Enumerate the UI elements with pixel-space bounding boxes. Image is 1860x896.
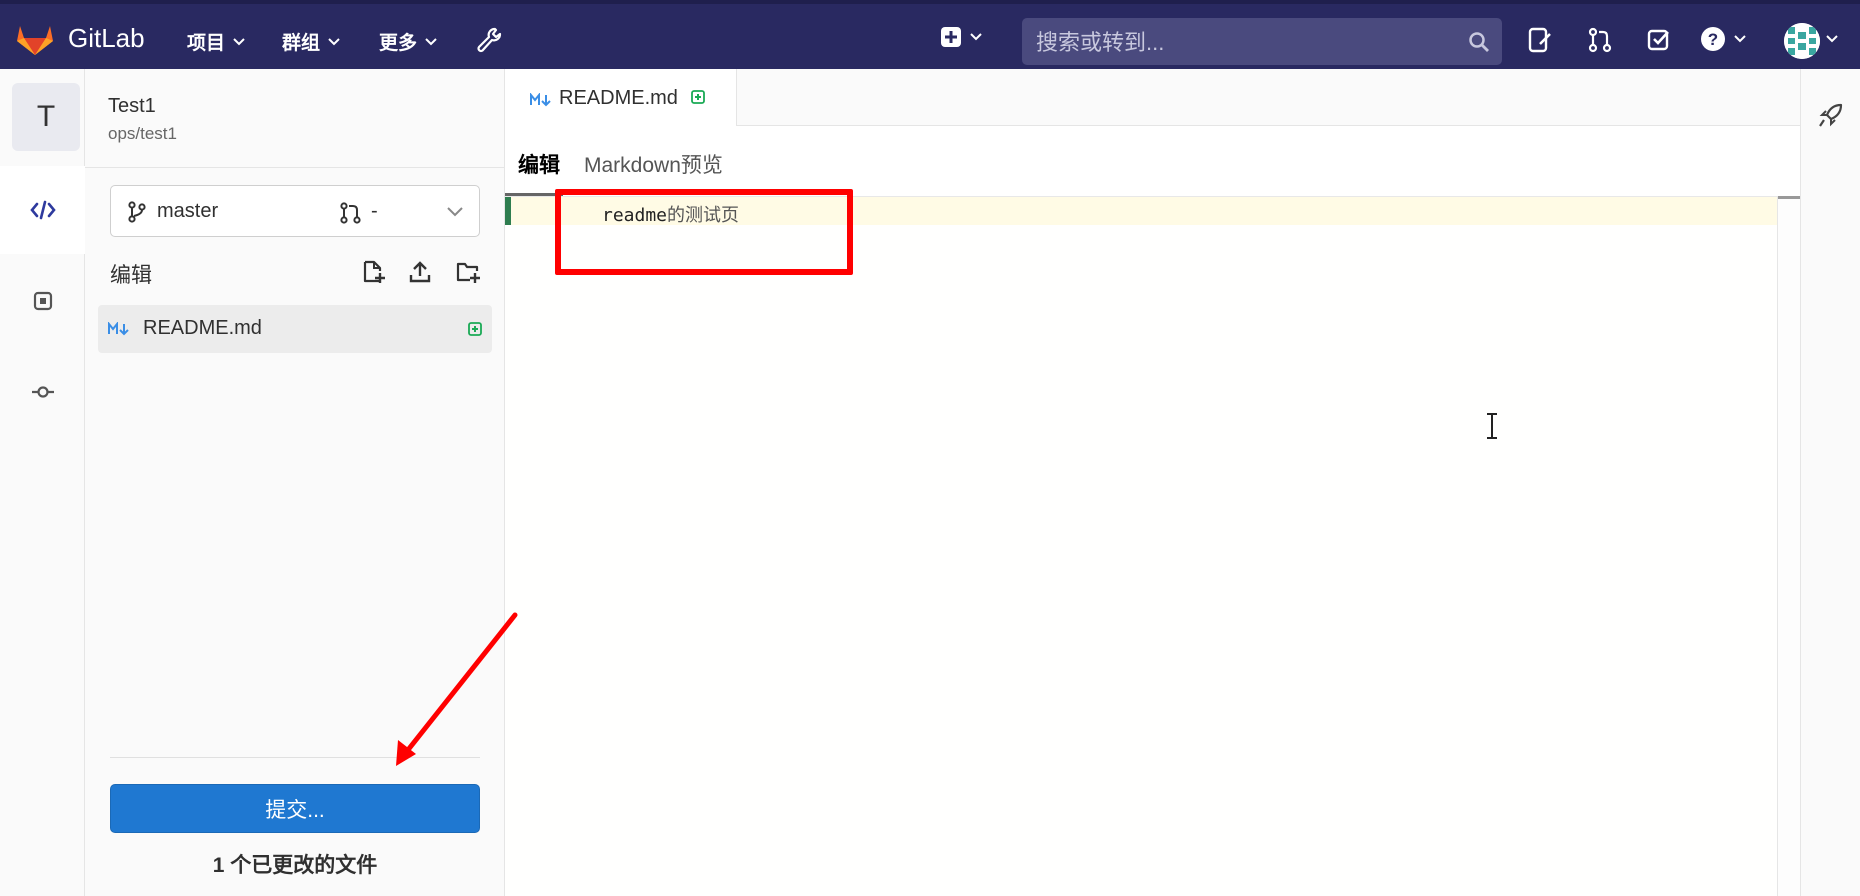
chevron-down-icon[interactable] xyxy=(1826,35,1838,43)
commit-mode-button[interactable] xyxy=(0,348,85,436)
nav-projects-menu[interactable]: 项目 xyxy=(187,28,245,55)
text-cursor-icon xyxy=(1487,413,1497,439)
file-tree-item[interactable]: README.md xyxy=(98,305,492,353)
annotation-highlight-box xyxy=(555,189,853,275)
branch-selector[interactable]: master - xyxy=(110,185,480,237)
markdown-file-icon xyxy=(108,322,129,336)
todos-icon[interactable] xyxy=(1645,26,1673,54)
nav-groups-menu[interactable]: 群组 xyxy=(282,28,340,55)
project-name[interactable]: Test1 xyxy=(108,95,156,118)
file-added-icon xyxy=(691,90,705,104)
changed-files-count: 1 个已更改的文件 xyxy=(212,854,378,877)
chevron-down-icon xyxy=(447,207,463,217)
file-tree-item-label: README.md xyxy=(143,317,262,339)
commit-icon xyxy=(31,386,54,398)
nav-projects-label: 项目 xyxy=(187,33,226,54)
merge-request-value: - xyxy=(371,200,378,222)
markdown-file-icon xyxy=(530,93,551,107)
review-mode-button[interactable] xyxy=(0,257,85,345)
chevron-down-icon xyxy=(425,37,437,45)
brand-name[interactable]: GitLab xyxy=(68,23,145,54)
added-line-gutter-marker xyxy=(505,197,511,225)
merge-request-icon xyxy=(340,202,361,224)
search-input[interactable] xyxy=(1034,18,1438,67)
nav-more-menu[interactable]: 更多 xyxy=(379,28,437,55)
create-new-dropdown[interactable] xyxy=(940,26,982,48)
annotation-arrow xyxy=(396,612,518,766)
file-tab[interactable]: README.md xyxy=(505,69,737,126)
chevron-down-icon xyxy=(1734,35,1746,43)
search-box[interactable] xyxy=(1022,18,1502,67)
nav-groups-label: 群组 xyxy=(282,33,321,54)
branch-icon xyxy=(128,201,146,223)
search-icon[interactable] xyxy=(1468,31,1490,53)
svg-text:?: ? xyxy=(1708,30,1718,49)
edit-section-label: 编辑 xyxy=(110,264,152,287)
divider xyxy=(85,167,505,168)
review-icon xyxy=(33,291,52,311)
project-avatar[interactable]: T xyxy=(12,83,80,151)
new-file-icon[interactable] xyxy=(360,259,386,285)
code-editor[interactable]: readme的测试页 xyxy=(505,196,1777,896)
admin-wrench-icon[interactable] xyxy=(475,26,503,54)
branch-name: master xyxy=(157,200,219,222)
chevron-down-icon xyxy=(233,37,245,45)
merge-requests-icon[interactable] xyxy=(1586,26,1614,54)
file-tab-label: README.md xyxy=(559,87,678,109)
new-directory-icon[interactable] xyxy=(455,259,481,285)
help-dropdown[interactable]: ? xyxy=(1700,26,1746,52)
chevron-down-icon xyxy=(328,37,340,45)
chevron-down-icon xyxy=(970,33,982,41)
right-sidebar xyxy=(1800,69,1860,896)
help-icon: ? xyxy=(1701,27,1725,51)
ide-activity-bar: T xyxy=(0,69,85,896)
upload-icon[interactable] xyxy=(407,259,433,285)
commit-button[interactable]: 提交... xyxy=(110,784,480,833)
file-added-icon xyxy=(468,322,482,336)
plus-square-icon xyxy=(941,27,961,47)
gitlab-logo-icon[interactable] xyxy=(16,22,54,56)
tab-edit[interactable]: 编辑 xyxy=(518,149,560,179)
rocket-icon[interactable] xyxy=(1817,101,1845,129)
file-tab-bar: README.md xyxy=(505,69,1800,126)
code-icon xyxy=(29,200,56,220)
user-avatar[interactable] xyxy=(1784,23,1820,59)
issues-icon[interactable] xyxy=(1526,26,1554,54)
top-navbar: GitLab 项目 群组 更多 ? xyxy=(0,0,1860,69)
editor-scrollbar[interactable] xyxy=(1777,196,1800,896)
identicon-icon xyxy=(1784,23,1820,59)
nav-more-label: 更多 xyxy=(379,33,418,54)
tab-markdown-preview[interactable]: Markdown预览 xyxy=(584,149,723,179)
edit-mode-button[interactable] xyxy=(0,166,85,254)
scrollbar-thumb[interactable] xyxy=(1778,196,1800,199)
project-path: ops/test1 xyxy=(108,124,177,143)
